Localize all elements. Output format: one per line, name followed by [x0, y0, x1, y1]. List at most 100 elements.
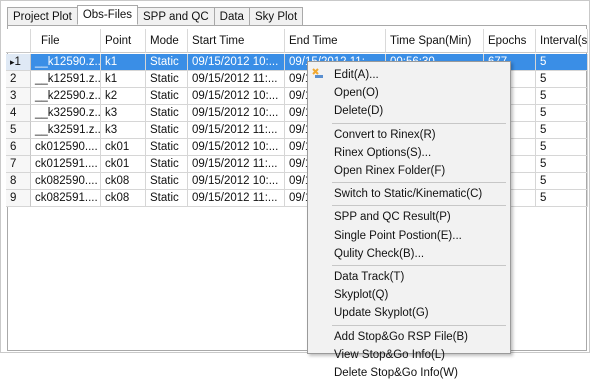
cell-interval[interactable]: 5 — [536, 139, 588, 156]
cell-mode[interactable]: Static — [146, 190, 188, 207]
tab-obs-files[interactable]: Obs-Files — [76, 5, 139, 25]
row-number: 2 — [10, 73, 17, 85]
cell-file[interactable]: __k32590.z... — [31, 105, 101, 122]
row-header[interactable]: 6 — [6, 139, 31, 156]
cell-file[interactable]: __k12591.z... — [31, 71, 101, 88]
row-header[interactable]: 4 — [6, 105, 31, 122]
cell-point[interactable]: ck08 — [101, 173, 146, 190]
cell-point[interactable]: ck08 — [101, 190, 146, 207]
cell-start-time[interactable]: 09/15/2012 10:... — [188, 54, 285, 71]
menu-item-update-skyplot[interactable]: Update Skyplot(G) — [334, 304, 429, 322]
cell-start-time[interactable]: 09/15/2012 11:... — [188, 71, 285, 88]
cell-point[interactable]: ck01 — [101, 139, 146, 156]
app-window: Project Plot Obs-Files SPP and QC Data S… — [0, 0, 590, 379]
row-number: 4 — [10, 107, 17, 119]
cell-interval[interactable]: 5 — [536, 54, 588, 71]
cell-point[interactable]: k3 — [101, 105, 146, 122]
context-menu: Edit(A)... Open(O) Delete(D) Convert to Rin… — [307, 61, 511, 379]
cell-mode[interactable]: Static — [146, 156, 188, 173]
cell-file[interactable]: __k22590.z... — [31, 88, 101, 105]
menu-item-view-stop-go-info[interactable]: View Stop&Go Info(L) — [334, 346, 445, 364]
cell-interval[interactable]: 5 — [536, 190, 588, 207]
cell-interval[interactable]: 5 — [536, 71, 588, 88]
menu-item-delete-stop-go-info[interactable]: Delete Stop&Go Info(W) — [334, 364, 458, 382]
menu-item-delete[interactable]: Delete(D) — [334, 102, 383, 120]
tab-data[interactable]: Data — [213, 7, 250, 25]
tab-spp-and-qc[interactable]: SPP and QC — [137, 7, 215, 25]
column-header-point[interactable]: Point — [101, 29, 146, 53]
cell-file[interactable]: ck012591.... — [31, 156, 101, 173]
cell-mode[interactable]: Static — [146, 139, 188, 156]
cell-point[interactable]: k3 — [101, 122, 146, 139]
menu-item-spp-and-qc-result[interactable]: SPP and QC Result(P) — [334, 208, 451, 226]
cell-start-time[interactable]: 09/15/2012 10:... — [188, 173, 285, 190]
menu-item-single-point-postion[interactable]: Single Point Postion(E)... — [334, 227, 462, 245]
row-header[interactable]: 8 — [6, 173, 31, 190]
menu-separator — [332, 122, 506, 124]
menu-item-open[interactable]: Open(O) — [334, 84, 379, 102]
cell-start-time[interactable]: 09/15/2012 11:... — [188, 122, 285, 139]
cell-file[interactable]: ck082590.... — [31, 173, 101, 190]
row-header[interactable]: 2 — [6, 71, 31, 88]
cell-mode[interactable]: Static — [146, 173, 188, 190]
column-header-interval[interactable]: Interval(s) — [536, 29, 588, 53]
cell-point[interactable]: ck01 — [101, 156, 146, 173]
row-number: 6 — [10, 141, 17, 153]
cell-interval[interactable]: 5 — [536, 156, 588, 173]
row-number: 5 — [10, 124, 17, 136]
row-number: 8 — [10, 175, 17, 187]
menu-item-convert-to-rinex[interactable]: Convert to Rinex(R) — [334, 126, 436, 144]
cell-mode[interactable]: Static — [146, 71, 188, 88]
menu-separator — [332, 205, 506, 207]
column-header-time-span[interactable]: Time Span(Min) — [386, 29, 484, 53]
column-header-file[interactable]: File — [31, 29, 101, 53]
header-corner — [6, 29, 31, 53]
cell-mode[interactable]: Static — [146, 122, 188, 139]
menu-item-add-stop-go-rsp-file[interactable]: Add Stop&Go RSP File(B) — [334, 328, 468, 346]
row-header[interactable]: 9 — [6, 190, 31, 207]
cell-point[interactable]: k1 — [101, 54, 146, 71]
cell-file[interactable]: ck012590.... — [31, 139, 101, 156]
column-header-epochs[interactable]: Epochs — [484, 29, 536, 53]
row-header[interactable]: 7 — [6, 156, 31, 173]
menu-item-skyplot[interactable]: Skyplot(Q) — [334, 286, 388, 304]
cell-mode[interactable]: Static — [146, 54, 188, 71]
menu-item-edit[interactable]: Edit(A)... — [334, 66, 379, 84]
menu-item-switch-to-static-kinematic[interactable]: Switch to Static/Kinematic(C) — [334, 185, 482, 203]
cell-start-time[interactable]: 09/15/2012 11:... — [188, 190, 285, 207]
row-header[interactable]: 5 — [6, 122, 31, 139]
menu-separator — [332, 324, 506, 326]
column-header-start-time[interactable]: Start Time — [188, 29, 285, 53]
column-header-mode[interactable]: Mode — [146, 29, 188, 53]
tab-project-plot[interactable]: Project Plot — [7, 7, 78, 25]
menu-item-data-track[interactable]: Data Track(T) — [334, 268, 404, 286]
menu-separator — [332, 182, 506, 184]
menu-item-qulity-check[interactable]: Qulity Check(B)... — [334, 245, 424, 263]
tab-bar: Project Plot Obs-Files SPP and QC Data S… — [7, 5, 304, 26]
row-number: 7 — [10, 158, 17, 170]
menu-item-open-rinex-folder[interactable]: Open Rinex Folder(F) — [334, 162, 445, 180]
row-header[interactable]: ▸1 — [6, 54, 31, 71]
menu-item-rinex-options[interactable]: Rinex Options(S)... — [334, 144, 431, 162]
cell-start-time[interactable]: 09/15/2012 11:... — [188, 156, 285, 173]
edit-icon — [312, 68, 323, 78]
cell-point[interactable]: k1 — [101, 71, 146, 88]
cell-mode[interactable]: Static — [146, 105, 188, 122]
tab-sky-plot[interactable]: Sky Plot — [248, 7, 304, 25]
cell-interval[interactable]: 5 — [536, 173, 588, 190]
column-header-end-time[interactable]: End Time — [285, 29, 386, 53]
cell-start-time[interactable]: 09/15/2012 10:... — [188, 105, 285, 122]
cell-file[interactable]: ck082591.... — [31, 190, 101, 207]
cell-mode[interactable]: Static — [146, 88, 188, 105]
cell-start-time[interactable]: 09/15/2012 10:... — [188, 139, 285, 156]
cell-file[interactable]: __k12590.z... — [31, 54, 101, 71]
cell-file[interactable]: __k32591.z... — [31, 122, 101, 139]
cell-point[interactable]: k2 — [101, 88, 146, 105]
cell-interval[interactable]: 5 — [536, 88, 588, 105]
row-header[interactable]: 3 — [6, 88, 31, 105]
cell-interval[interactable]: 5 — [536, 105, 588, 122]
cell-start-time[interactable]: 09/15/2012 10:... — [188, 88, 285, 105]
cell-interval[interactable]: 5 — [536, 122, 588, 139]
row-number: 9 — [10, 192, 17, 204]
menu-icon-strip — [309, 63, 331, 352]
